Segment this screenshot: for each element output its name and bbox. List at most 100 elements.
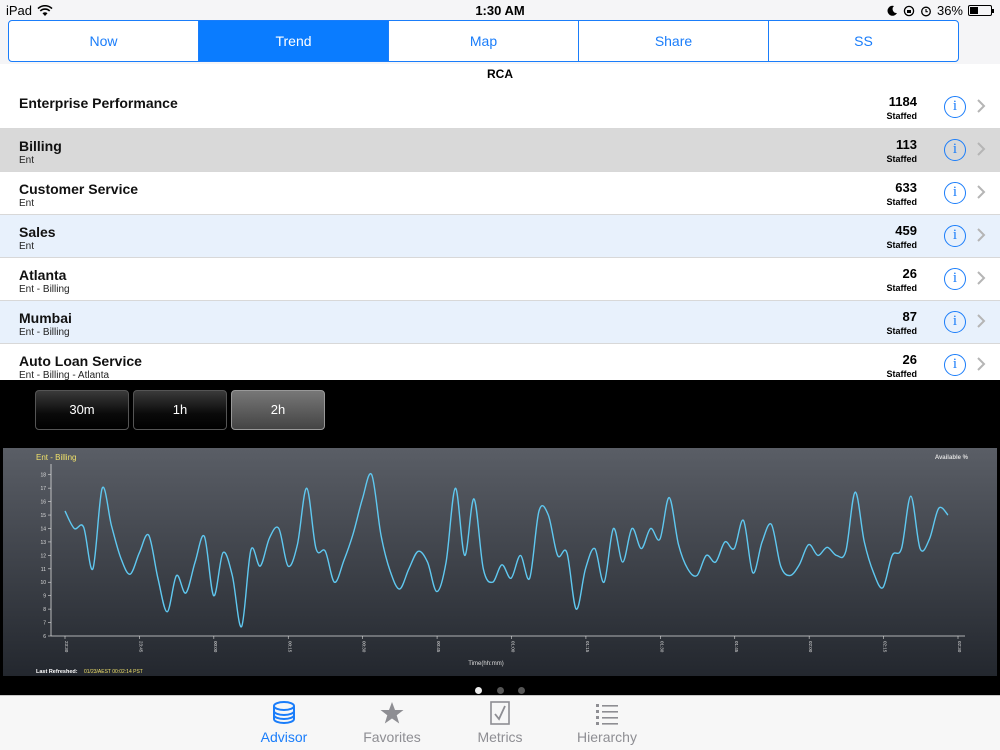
last-refreshed-label: Last Refreshed: — [36, 669, 78, 675]
info-icon[interactable]: i — [944, 182, 966, 204]
segment-now[interactable]: Now — [9, 21, 199, 61]
segment-ss[interactable]: SS — [769, 21, 958, 61]
x-tick-label: 00:30 — [362, 641, 367, 653]
item-value: 1184 — [888, 94, 917, 109]
item-value: 26 — [902, 266, 917, 281]
item-name: Auto Loan Service — [19, 353, 142, 369]
item-unit: Staffed — [886, 283, 917, 293]
item-name: Customer Service — [19, 181, 139, 197]
item-value: 87 — [902, 309, 917, 324]
info-icon[interactable]: i — [944, 139, 966, 161]
x-axis-label: Time(hh:mm) — [468, 661, 503, 667]
list-item[interactable]: Sales Ent 459 Staffed i — [0, 215, 1000, 258]
info-icon[interactable]: i — [944, 225, 966, 247]
chevron-right-icon[interactable] — [976, 270, 986, 286]
tab-label: Advisor — [260, 729, 308, 745]
x-tick-label: 01:00 — [511, 641, 516, 653]
item-path: Ent — [19, 198, 35, 209]
y-tick-label: 10 — [40, 580, 46, 586]
trend-chart: Ent - Billing Available % 6 7 8 9 10 11 12 13 14… — [3, 448, 997, 676]
page-dot — [475, 687, 483, 694]
page-dot — [496, 687, 504, 694]
tab-hierarchy[interactable]: Hierarchy — [557, 700, 657, 745]
chart-legend: Available % — [935, 455, 969, 461]
item-path: Ent - Billing - Atlanta — [19, 370, 110, 380]
x-tick-label: 02:30 — [957, 641, 962, 653]
document-check-icon — [490, 701, 510, 725]
x-tick-label: 01:45 — [734, 641, 739, 653]
segment-map[interactable]: Map — [389, 21, 579, 61]
x-tick-label: 01:30 — [659, 641, 664, 653]
list-item[interactable]: Mumbai Ent - Billing 87 Staffed i — [0, 301, 1000, 344]
x-tick-label: 23:30 — [64, 641, 69, 653]
x-tick-label: 00:15 — [287, 641, 292, 653]
list-item[interactable]: Atlanta Ent - Billing 26 Staffed i — [0, 258, 1000, 301]
list-item[interactable]: Enterprise Performance 1184 Staffed i — [0, 86, 1000, 129]
status-bar: iPad 1:30 AM 36% — [0, 0, 1000, 20]
item-name: Enterprise Performance — [19, 95, 178, 111]
y-tick-label: 6 — [43, 634, 46, 640]
trend-panel: 30m 1h 2h Ent - Billing Available % 6 7 8 9… — [0, 380, 1000, 695]
last-refreshed-value: 01/23/AEST 00:02:14 PST — [84, 669, 143, 675]
x-tick-label: 02:00 — [808, 641, 813, 653]
y-tick-label: 11 — [41, 567, 46, 573]
range-1h-button[interactable]: 1h — [133, 390, 227, 430]
item-value: 633 — [895, 180, 917, 195]
tab-metrics[interactable]: Metrics — [450, 700, 550, 745]
chevron-right-icon[interactable] — [976, 184, 986, 200]
section-title: RCA — [0, 64, 1000, 86]
item-unit: Staffed — [886, 369, 917, 379]
item-path: Ent - Billing — [19, 284, 70, 295]
x-tick-label: 00:45 — [436, 641, 441, 653]
status-right: 36% — [887, 3, 994, 18]
tab-advisor[interactable]: Advisor — [234, 700, 334, 745]
segment-share[interactable]: Share — [579, 21, 769, 61]
x-tick-label: 00:00 — [213, 641, 218, 653]
tab-label: Favorites — [363, 729, 421, 745]
item-path: Ent — [19, 241, 35, 252]
chevron-right-icon[interactable] — [976, 98, 986, 114]
star-icon — [380, 702, 404, 724]
item-unit: Staffed — [886, 326, 917, 336]
trend-chart-svg: Ent - Billing Available % 6 7 8 9 10 11 12 13 14… — [3, 448, 997, 676]
y-tick-label: 18 — [40, 473, 46, 479]
item-unit: Staffed — [886, 154, 917, 164]
info-icon[interactable]: i — [944, 354, 966, 376]
tab-bar: Advisor Favorites Metrics Hierarchy — [0, 695, 1000, 750]
item-name: Atlanta — [19, 267, 67, 283]
x-tick-label: 01:15 — [585, 641, 590, 653]
item-unit: Staffed — [886, 111, 917, 121]
list-item[interactable]: Customer Service Ent 633 Staffed i — [0, 172, 1000, 215]
chevron-right-icon[interactable] — [976, 356, 986, 372]
y-tick-label: 13 — [40, 540, 46, 546]
list-item[interactable]: Auto Loan Service Ent - Billing - Atlant… — [0, 344, 1000, 380]
x-tick-label: 23:45 — [138, 641, 143, 653]
page-dot — [517, 687, 525, 694]
y-tick-label: 14 — [40, 526, 46, 532]
range-30m-button[interactable]: 30m — [35, 390, 129, 430]
segment-trend[interactable]: Trend — [199, 21, 389, 61]
item-value: 113 — [896, 137, 917, 152]
item-name: Billing — [19, 138, 62, 154]
item-name: Mumbai — [19, 310, 72, 326]
tab-favorites[interactable]: Favorites — [342, 700, 442, 745]
info-icon[interactable]: i — [944, 268, 966, 290]
y-tick-label: 9 — [43, 594, 46, 600]
database-icon — [273, 701, 295, 724]
chevron-right-icon[interactable] — [976, 227, 986, 243]
hierarchy-list: Enterprise Performance 1184 Staffed i Bi… — [0, 86, 1000, 380]
chevron-right-icon[interactable] — [976, 141, 986, 157]
rotation-lock-icon — [903, 5, 915, 16]
chevron-right-icon[interactable] — [976, 313, 986, 329]
item-path: Ent - Billing — [19, 327, 70, 338]
info-icon[interactable]: i — [944, 96, 966, 118]
list-item[interactable]: Billing Ent 113 Staffed i — [0, 129, 1000, 172]
status-time: 1:30 AM — [475, 3, 525, 18]
item-unit: Staffed — [886, 197, 917, 207]
y-tick-label: 17 — [40, 486, 46, 492]
segment-bar: Now Trend Map Share SS — [0, 20, 1000, 64]
range-2h-button[interactable]: 2h — [231, 390, 325, 430]
info-icon[interactable]: i — [944, 311, 966, 333]
tab-label: Metrics — [477, 729, 523, 745]
item-unit: Staffed — [886, 240, 917, 250]
